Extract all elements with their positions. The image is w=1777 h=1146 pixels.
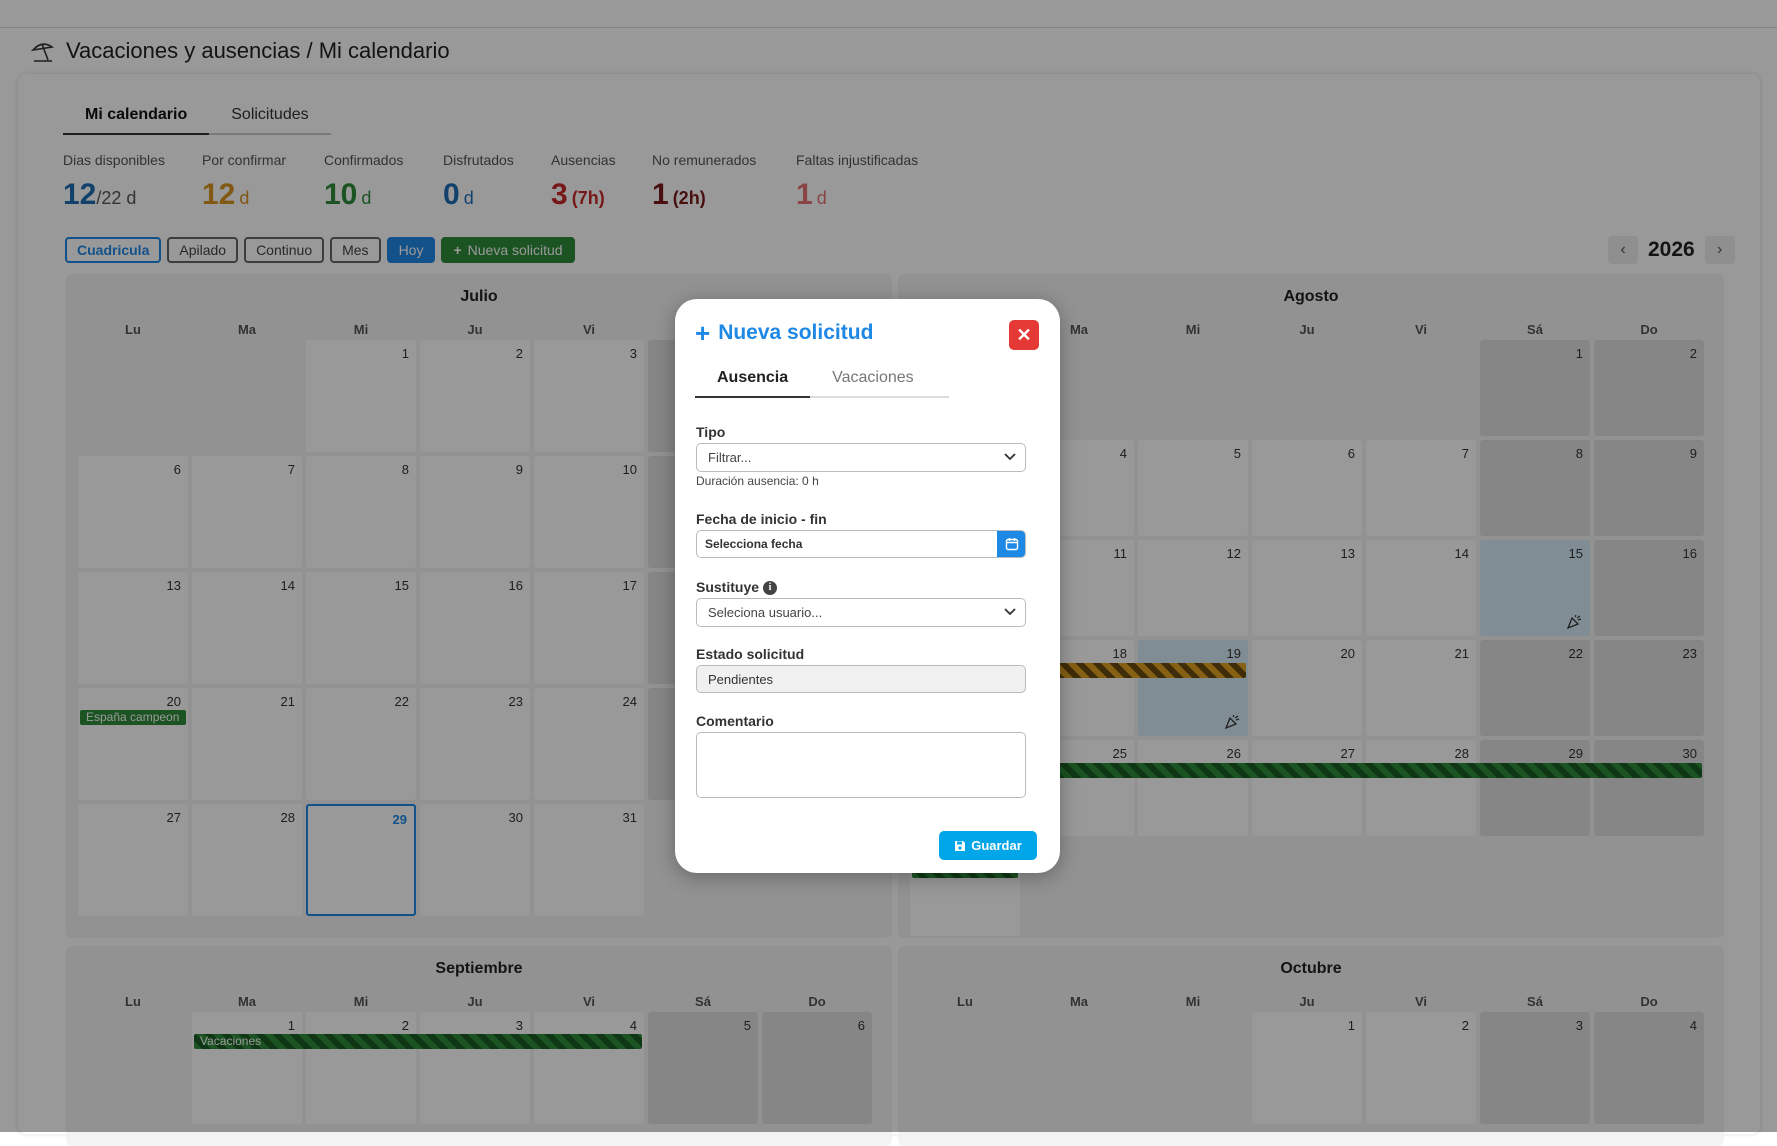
tipo-select[interactable]: Filtrar... — [696, 443, 1026, 472]
tipo-label: Tipo — [696, 424, 726, 440]
estado-label: Estado solicitud — [696, 646, 805, 662]
close-icon: ✕ — [1016, 324, 1032, 345]
info-icon[interactable]: i — [763, 581, 778, 596]
new-request-modal: + Nueva solicitud ✕ Ausencia Vacaciones … — [675, 299, 1060, 873]
save-label: Guardar — [971, 838, 1022, 853]
save-icon — [955, 840, 966, 851]
modal-tabs: Ausencia Vacaciones — [695, 355, 949, 398]
sustituye-label-text: Sustituye — [696, 579, 760, 595]
duracion-hint: Duración ausencia: 0 h — [696, 474, 819, 488]
fecha-input[interactable]: Selecciona fecha — [696, 530, 1026, 558]
comentario-label: Comentario — [696, 713, 774, 729]
close-button[interactable]: ✕ — [1009, 320, 1039, 350]
plus-icon: + — [695, 318, 711, 348]
chevron-down-icon — [1004, 608, 1016, 616]
tipo-select-text: Filtrar... — [708, 450, 752, 465]
tab-ausencia[interactable]: Ausencia — [695, 355, 811, 398]
calendar-icon — [1005, 538, 1018, 551]
tab-vacaciones[interactable]: Vacaciones — [810, 355, 936, 396]
sustituye-label: Sustituye i — [696, 579, 778, 596]
comentario-textarea[interactable] — [696, 732, 1026, 798]
save-button[interactable]: Guardar — [939, 831, 1037, 860]
fecha-input-text: Selecciona fecha — [705, 537, 803, 551]
estado-field: Pendientes — [696, 665, 1026, 693]
sustituye-select-text: Seleciona usuario... — [708, 605, 823, 620]
sustituye-select[interactable]: Seleciona usuario... — [696, 598, 1026, 627]
scrollbar[interactable] — [1726, 706, 1734, 896]
modal-title: Nueva solicitud — [718, 321, 874, 344]
calendar-button[interactable] — [997, 531, 1025, 557]
modal-header: + Nueva solicitud — [695, 318, 874, 348]
fecha-label: Fecha de inicio - fin — [696, 511, 827, 527]
chevron-down-icon — [1004, 453, 1016, 461]
estado-field-text: Pendientes — [708, 671, 774, 687]
